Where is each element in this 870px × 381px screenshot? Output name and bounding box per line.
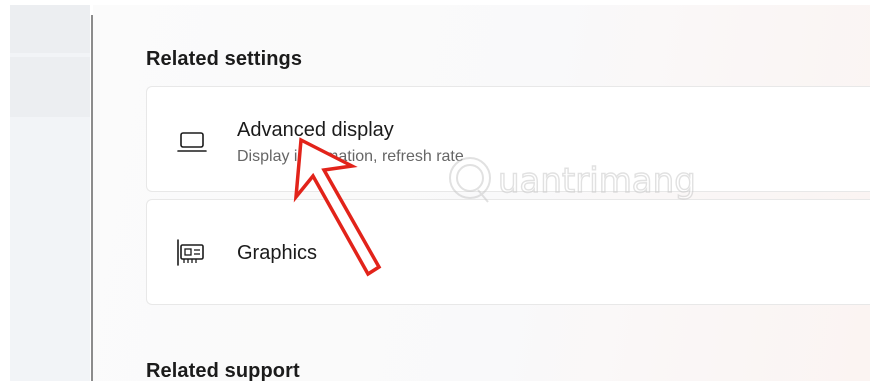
graphics-card[interactable]: Graphics xyxy=(146,199,870,305)
advanced-display-card[interactable]: Advanced display Display information, re… xyxy=(146,86,870,192)
graphics-title: Graphics xyxy=(237,242,318,264)
laptop-icon xyxy=(175,127,209,157)
graphics-card-icon xyxy=(175,238,209,268)
navigation-pane xyxy=(10,5,90,381)
related-settings-heading: Related settings xyxy=(146,48,303,70)
related-support-heading: Related support xyxy=(146,360,300,381)
advanced-display-subtitle: Display information, refresh rate xyxy=(237,148,464,165)
nav-item[interactable] xyxy=(10,57,90,117)
advanced-display-title: Advanced display xyxy=(237,119,394,141)
settings-page: Related settings Advanced display Displa… xyxy=(0,0,870,381)
nav-item[interactable] xyxy=(10,5,90,53)
